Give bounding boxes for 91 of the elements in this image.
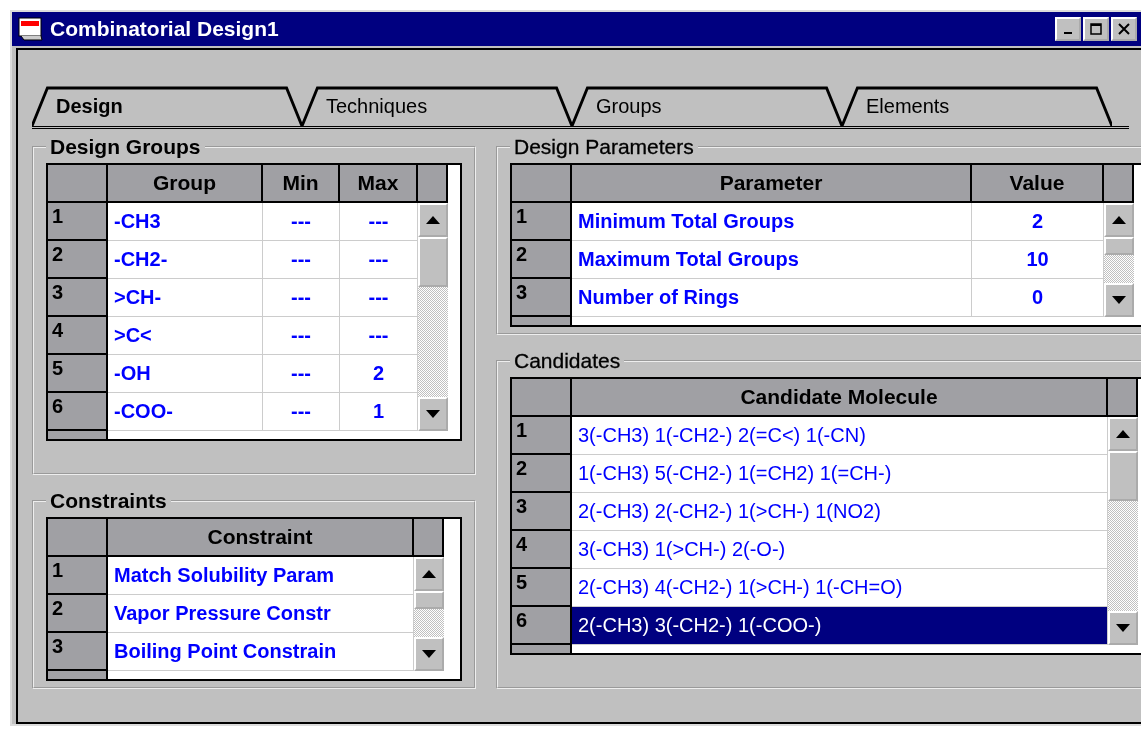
down-arrow-icon [1116,624,1130,632]
maximize-button[interactable] [1083,17,1109,41]
table-cell[interactable]: 10 [972,241,1104,279]
column-header: Parameter [572,165,972,203]
table-cell[interactable]: 1(-CH3) 5(-CH2-) 1(=CH2) 1(=CH-) [572,455,1108,493]
scroll-thumb[interactable] [1108,451,1138,501]
table-cell[interactable]: Minimum Total Groups [572,203,972,241]
table-cell[interactable]: 3(-CH3) 1(-CH2-) 2(=C<) 1(-CN) [572,417,1108,455]
up-arrow-icon [1112,216,1126,224]
table-cell[interactable]: Match Solubility Param [108,557,414,595]
table-cell[interactable]: >C< [108,317,263,355]
table-cell[interactable]: --- [340,317,418,355]
table-cell[interactable]: --- [263,241,340,279]
row-header[interactable]: 4 [48,317,108,355]
row-header[interactable]: 6 [48,393,108,431]
row-header[interactable] [48,671,108,679]
row-header[interactable]: 4 [512,531,572,569]
column-header: Value [972,165,1104,203]
document-icon [18,17,44,41]
table-cell[interactable]: Maximum Total Groups [572,241,972,279]
close-button[interactable] [1111,17,1137,41]
close-icon [1118,23,1130,35]
scroll-thumb[interactable] [418,237,448,287]
table-cell[interactable]: 2(-CH3) 2(-CH2-) 1(>CH-) 1(NO2) [572,493,1108,531]
group-title: Candidates [513,349,622,373]
up-arrow-icon [422,570,436,578]
row-header[interactable]: 2 [512,455,572,493]
table-cell[interactable]: 1 [340,393,418,431]
minimize-icon [1064,32,1072,34]
row-header[interactable]: 1 [48,557,108,595]
group-title: Constraints [49,489,168,513]
column-header: Max [340,165,418,203]
tab[interactable]: Techniques [302,86,572,126]
window-title: Combinatorial Design1 [50,17,280,41]
scroll-thumb[interactable] [414,591,444,610]
table-cell[interactable]: Number of Rings [572,279,972,317]
table-cell[interactable]: -CH3 [108,203,263,241]
table-cell[interactable]: -COO- [108,393,263,431]
table-cell[interactable]: -CH2- [108,241,263,279]
table-cell[interactable]: 2 [340,355,418,393]
row-header[interactable]: 2 [48,595,108,633]
group-title: Design Groups [49,135,202,159]
maximize-icon [1090,23,1102,35]
table-cell[interactable]: Vapor Pressure Constr [108,595,414,633]
row-header[interactable]: 5 [512,569,572,607]
table-cell[interactable]: --- [340,279,418,317]
scroll-thumb[interactable] [1104,237,1134,256]
row-header[interactable] [512,645,572,653]
table-cell[interactable]: Boiling Point Constrain [108,633,414,671]
column-header: Group [108,165,263,203]
tab[interactable]: Design [32,86,302,126]
table-cell[interactable]: -OH [108,355,263,393]
row-header[interactable]: 3 [48,279,108,317]
table-cell[interactable]: >CH- [108,279,263,317]
scrollbar[interactable] [418,203,448,431]
row-header[interactable]: 3 [512,279,572,317]
row-header[interactable]: 2 [48,241,108,279]
table-cell[interactable]: 0 [972,279,1104,317]
scrollbar[interactable] [1104,203,1134,317]
row-header[interactable]: 1 [512,417,572,455]
table-cell[interactable]: --- [340,241,418,279]
table-cell[interactable]: --- [263,279,340,317]
minimize-button[interactable] [1055,17,1081,41]
group-title: Design Parameters [513,135,695,159]
table-cell[interactable]: --- [263,203,340,241]
row-header[interactable] [48,431,108,439]
row-header[interactable]: 3 [48,633,108,671]
down-arrow-icon [1112,296,1126,304]
tab[interactable]: Groups [572,86,842,126]
row-header[interactable]: 1 [512,203,572,241]
table-cell[interactable]: 2(-CH3) 3(-CH2-) 1(-COO-) [572,607,1108,645]
row-header[interactable]: 2 [512,241,572,279]
row-header[interactable]: 1 [48,203,108,241]
down-arrow-icon [426,410,440,418]
row-header[interactable] [512,317,572,325]
scrollbar[interactable] [414,557,444,671]
column-header: Min [263,165,340,203]
up-arrow-icon [1116,430,1130,438]
table-cell[interactable]: 3(-CH3) 1(>CH-) 2(-O-) [572,531,1108,569]
up-arrow-icon [426,216,440,224]
column-header: Constraint [108,519,414,557]
table-cell[interactable]: --- [263,355,340,393]
down-arrow-icon [422,650,436,658]
row-header[interactable]: 5 [48,355,108,393]
row-header[interactable]: 3 [512,493,572,531]
table-cell[interactable]: --- [263,317,340,355]
column-header: Candidate Molecule [572,379,1108,417]
scrollbar[interactable] [1108,417,1138,645]
tab[interactable]: Elements [842,86,1112,126]
row-header[interactable]: 6 [512,607,572,645]
table-cell[interactable]: --- [263,393,340,431]
